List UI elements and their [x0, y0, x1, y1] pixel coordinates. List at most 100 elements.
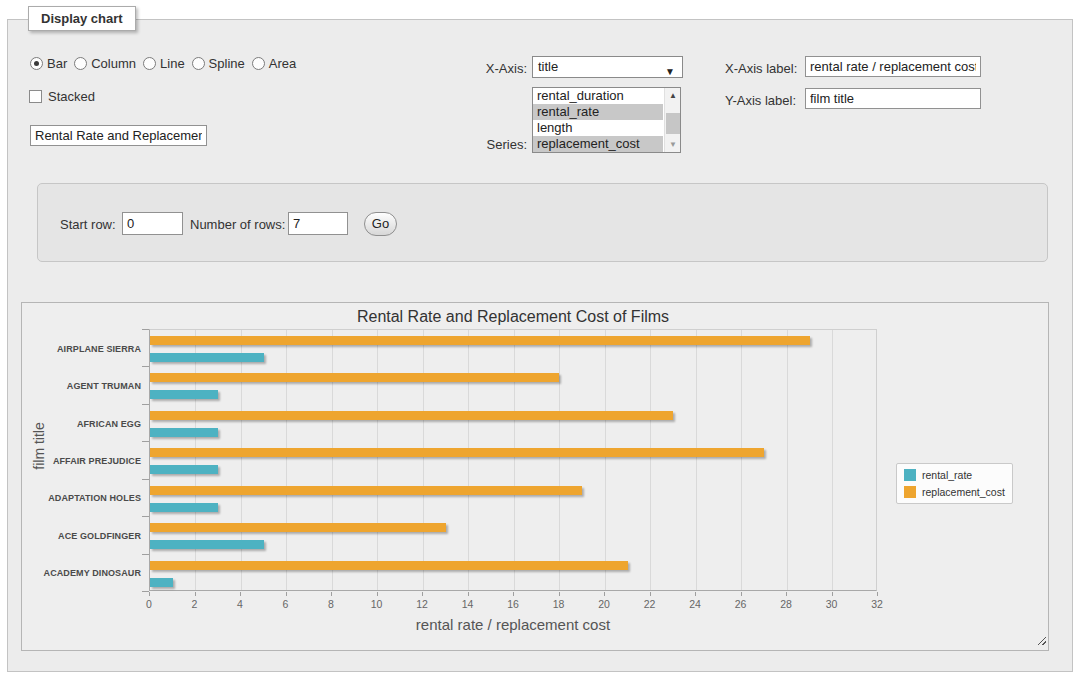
chart-title-input[interactable]	[30, 125, 207, 146]
chart-type-option-line: Line	[143, 56, 185, 71]
series-option-rental_rate[interactable]: rental_rate	[533, 104, 663, 120]
go-button[interactable]: Go	[364, 212, 397, 236]
x-axis-tick-label: 2	[192, 598, 198, 610]
chart-plot-area	[149, 329, 877, 591]
bar-rental_rate	[150, 540, 264, 549]
scroll-up-icon[interactable]: ▲	[665, 88, 681, 103]
x-axis-label-label: X-Axis label:	[725, 61, 797, 76]
x-axis-tick-label: 18	[553, 598, 565, 610]
x-axis-tick	[695, 592, 696, 596]
chart-type-option-area: Area	[252, 56, 296, 71]
series-listbox[interactable]: rental_durationrental_ratelengthreplacem…	[532, 87, 681, 153]
bar-rental_rate	[150, 428, 218, 437]
x-axis-tick-label: 8	[328, 598, 334, 610]
row-range-panel	[37, 183, 1048, 262]
bar-replacement_cost	[150, 486, 582, 495]
radio-column[interactable]	[74, 57, 87, 70]
series-option-rental_duration[interactable]: rental_duration	[533, 88, 663, 104]
x-axis-tick-label: 0	[146, 598, 152, 610]
x-axis-tick-label: 12	[416, 598, 428, 610]
y-axis-tick	[142, 479, 149, 480]
radio-spline[interactable]	[192, 57, 205, 70]
x-axis-tick	[877, 592, 878, 596]
stacked-checkbox[interactable]	[29, 90, 42, 103]
gridline	[514, 330, 515, 590]
x-axis-tick	[650, 592, 651, 596]
series-option-length[interactable]: length	[533, 120, 663, 136]
gridline	[650, 330, 651, 590]
x-axis-select[interactable]: title ▼	[532, 56, 683, 78]
chart-type-option-spline: Spline	[192, 56, 245, 71]
x-axis-tick	[832, 592, 833, 596]
bar-rental_rate	[150, 578, 173, 587]
series-list-label: Series:	[447, 137, 527, 152]
x-axis-tick-label: 14	[462, 598, 474, 610]
category-label: ACADEMY DINOSAUR	[22, 568, 141, 578]
x-axis-tick	[786, 592, 787, 596]
x-axis-tick	[149, 592, 150, 596]
bar-rental_rate	[150, 390, 218, 399]
x-axis-label-input[interactable]	[805, 56, 981, 77]
x-axis-tick-label: 16	[507, 598, 519, 610]
gridline	[787, 330, 788, 590]
gridline	[332, 330, 333, 590]
gridline	[832, 330, 833, 590]
x-axis-tick	[286, 592, 287, 596]
category-label: AGENT TRUMAN	[22, 381, 141, 391]
bar-replacement_cost	[150, 523, 446, 532]
scroll-down-icon[interactable]: ▼	[665, 137, 681, 152]
radio-bar[interactable]	[30, 57, 43, 70]
legend-swatch-rental_rate	[904, 469, 916, 481]
y-axis-label-input[interactable]	[805, 88, 981, 109]
legend-item-rental_rate[interactable]: rental_rate	[904, 469, 1005, 481]
legend-label-rental_rate: rental_rate	[922, 469, 972, 481]
x-axis-tick	[240, 592, 241, 596]
x-axis-tick-label: 28	[780, 598, 792, 610]
x-axis-tick-label: 20	[598, 598, 610, 610]
y-axis-tick	[142, 441, 149, 442]
y-axis-tick	[142, 329, 149, 330]
category-label: AFFAIR PREJUDICE	[22, 456, 141, 466]
y-axis-tick	[142, 591, 149, 592]
series-option-replacement_cost[interactable]: replacement_cost	[533, 136, 663, 152]
chevron-down-icon: ▼	[665, 62, 675, 82]
start-row-input[interactable]	[122, 212, 183, 235]
x-axis-tick-label: 22	[644, 598, 656, 610]
radio-line[interactable]	[143, 57, 156, 70]
gridline	[559, 330, 560, 590]
chart-type-radio-group: BarColumnLineSplineArea	[30, 56, 296, 71]
gridline	[241, 330, 242, 590]
x-axis-title: rental rate / replacement cost	[149, 616, 877, 633]
legend-item-replacement_cost[interactable]: replacement_cost	[904, 486, 1005, 498]
x-axis-tick-label: 32	[871, 598, 883, 610]
x-axis-tick-label: 10	[371, 598, 383, 610]
bar-replacement_cost	[150, 336, 810, 345]
y-axis-tick	[142, 516, 149, 517]
radio-area[interactable]	[252, 57, 265, 70]
x-axis-tick-label: 4	[237, 598, 243, 610]
gridline	[741, 330, 742, 590]
stacked-label: Stacked	[48, 89, 95, 104]
gridline	[286, 330, 287, 590]
x-axis-tick-label: 26	[735, 598, 747, 610]
category-label: AIRPLANE SIERRA	[22, 344, 141, 354]
gridline	[696, 330, 697, 590]
radio-label-spline: Spline	[209, 56, 245, 71]
gridline	[605, 330, 606, 590]
gridline	[423, 330, 424, 590]
y-axis-tick	[142, 366, 149, 367]
scrollbar-thumb[interactable]	[666, 113, 680, 134]
x-axis-tick-label: 6	[283, 598, 289, 610]
bar-replacement_cost	[150, 448, 764, 457]
x-axis-tick	[377, 592, 378, 596]
radio-label-area: Area	[269, 56, 296, 71]
number-of-rows-input[interactable]	[288, 212, 348, 235]
x-axis-select-value: title	[538, 59, 558, 74]
x-axis-tick	[468, 592, 469, 596]
radio-label-bar: Bar	[47, 56, 67, 71]
start-row-label: Start row:	[60, 217, 116, 232]
resize-grip-icon[interactable]	[1036, 635, 1046, 645]
x-axis-tick	[513, 592, 514, 596]
series-scrollbar[interactable]: ▲ ▼	[664, 88, 680, 152]
legend-label-replacement_cost: replacement_cost	[922, 486, 1005, 498]
